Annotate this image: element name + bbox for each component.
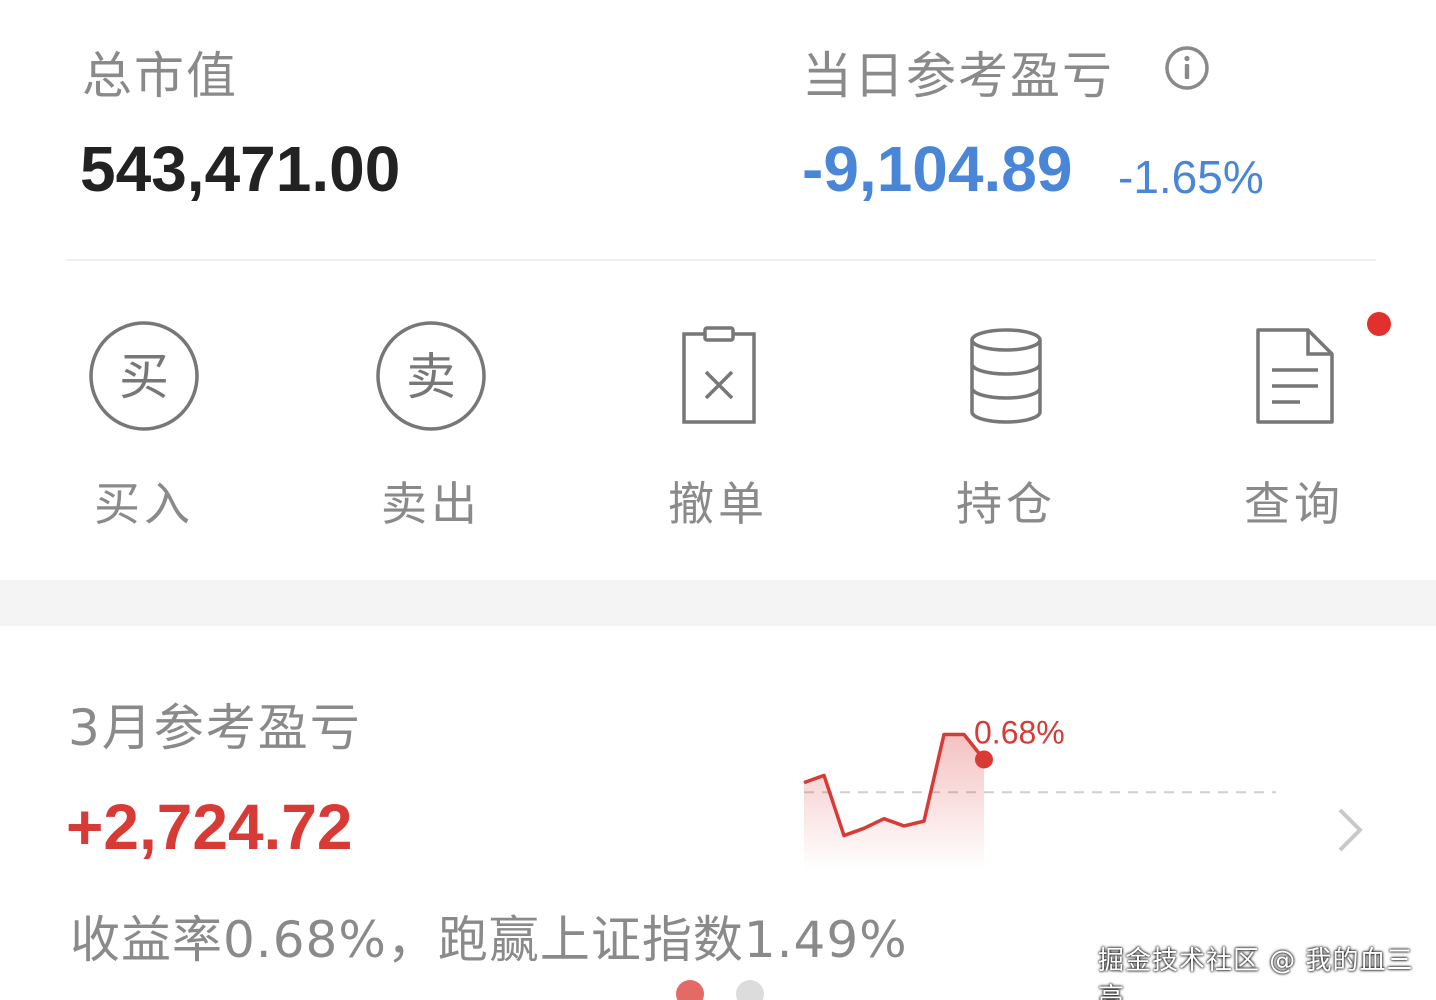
daily-pnl-percent: -1.65% xyxy=(1118,151,1264,203)
query-button[interactable]: 查询 xyxy=(1194,320,1394,531)
positions-button[interactable]: 持仓 xyxy=(906,320,1106,531)
sell-button[interactable]: 卖 卖出 xyxy=(331,320,531,531)
pager-dot-active[interactable] xyxy=(676,980,704,1000)
total-market-value-label: 总市值 xyxy=(82,47,238,105)
total-market-value: 543,471.00 xyxy=(80,133,401,205)
monthly-pnl-sparkline: 0.68% xyxy=(803,714,1276,870)
cancel-order-label: 撤单 xyxy=(668,477,768,531)
sell-label: 卖出 xyxy=(381,477,481,531)
daily-pnl-label: 当日参考盈亏 xyxy=(802,47,1114,105)
pager-dot[interactable] xyxy=(736,980,764,1000)
sparkline-annotation: 0.68% xyxy=(974,714,1065,750)
section-separator xyxy=(0,580,1436,626)
document-lines-icon xyxy=(1256,328,1334,424)
database-stack-icon xyxy=(970,328,1042,424)
monthly-pnl-description: 收益率0.68%，跑赢上证指数1.49% xyxy=(70,911,908,969)
chevron-right-icon[interactable] xyxy=(1330,800,1370,860)
info-icon[interactable] xyxy=(1164,45,1210,91)
buy-circle-icon: 买 xyxy=(89,321,199,431)
daily-pnl-value: -9,104.89 xyxy=(802,133,1073,205)
sell-icon-char: 卖 xyxy=(406,348,456,406)
clipboard-cancel-icon xyxy=(682,326,756,424)
monthly-pnl-title: 3月参考盈亏 xyxy=(68,699,362,757)
buy-icon-char: 买 xyxy=(119,348,169,406)
trading-home: 总市值 543,471.00 当日参考盈亏 -9,104.89 -1.65% 买… xyxy=(0,0,1436,1000)
divider xyxy=(66,259,1376,261)
notification-dot xyxy=(1367,312,1391,336)
monthly-pnl-value: +2,724.72 xyxy=(66,791,353,863)
sparkline-end-point xyxy=(975,750,993,769)
sparkline-area xyxy=(804,734,984,870)
buy-label: 买入 xyxy=(94,477,194,531)
positions-label: 持仓 xyxy=(956,477,1056,531)
buy-button[interactable]: 买 买入 xyxy=(44,320,244,531)
sell-circle-icon: 卖 xyxy=(376,321,486,431)
query-label: 查询 xyxy=(1244,477,1344,531)
cancel-order-button[interactable]: 撤单 xyxy=(618,320,818,531)
watermark: 掘金技术社区 @ 我的血三高 xyxy=(1098,946,1414,1000)
